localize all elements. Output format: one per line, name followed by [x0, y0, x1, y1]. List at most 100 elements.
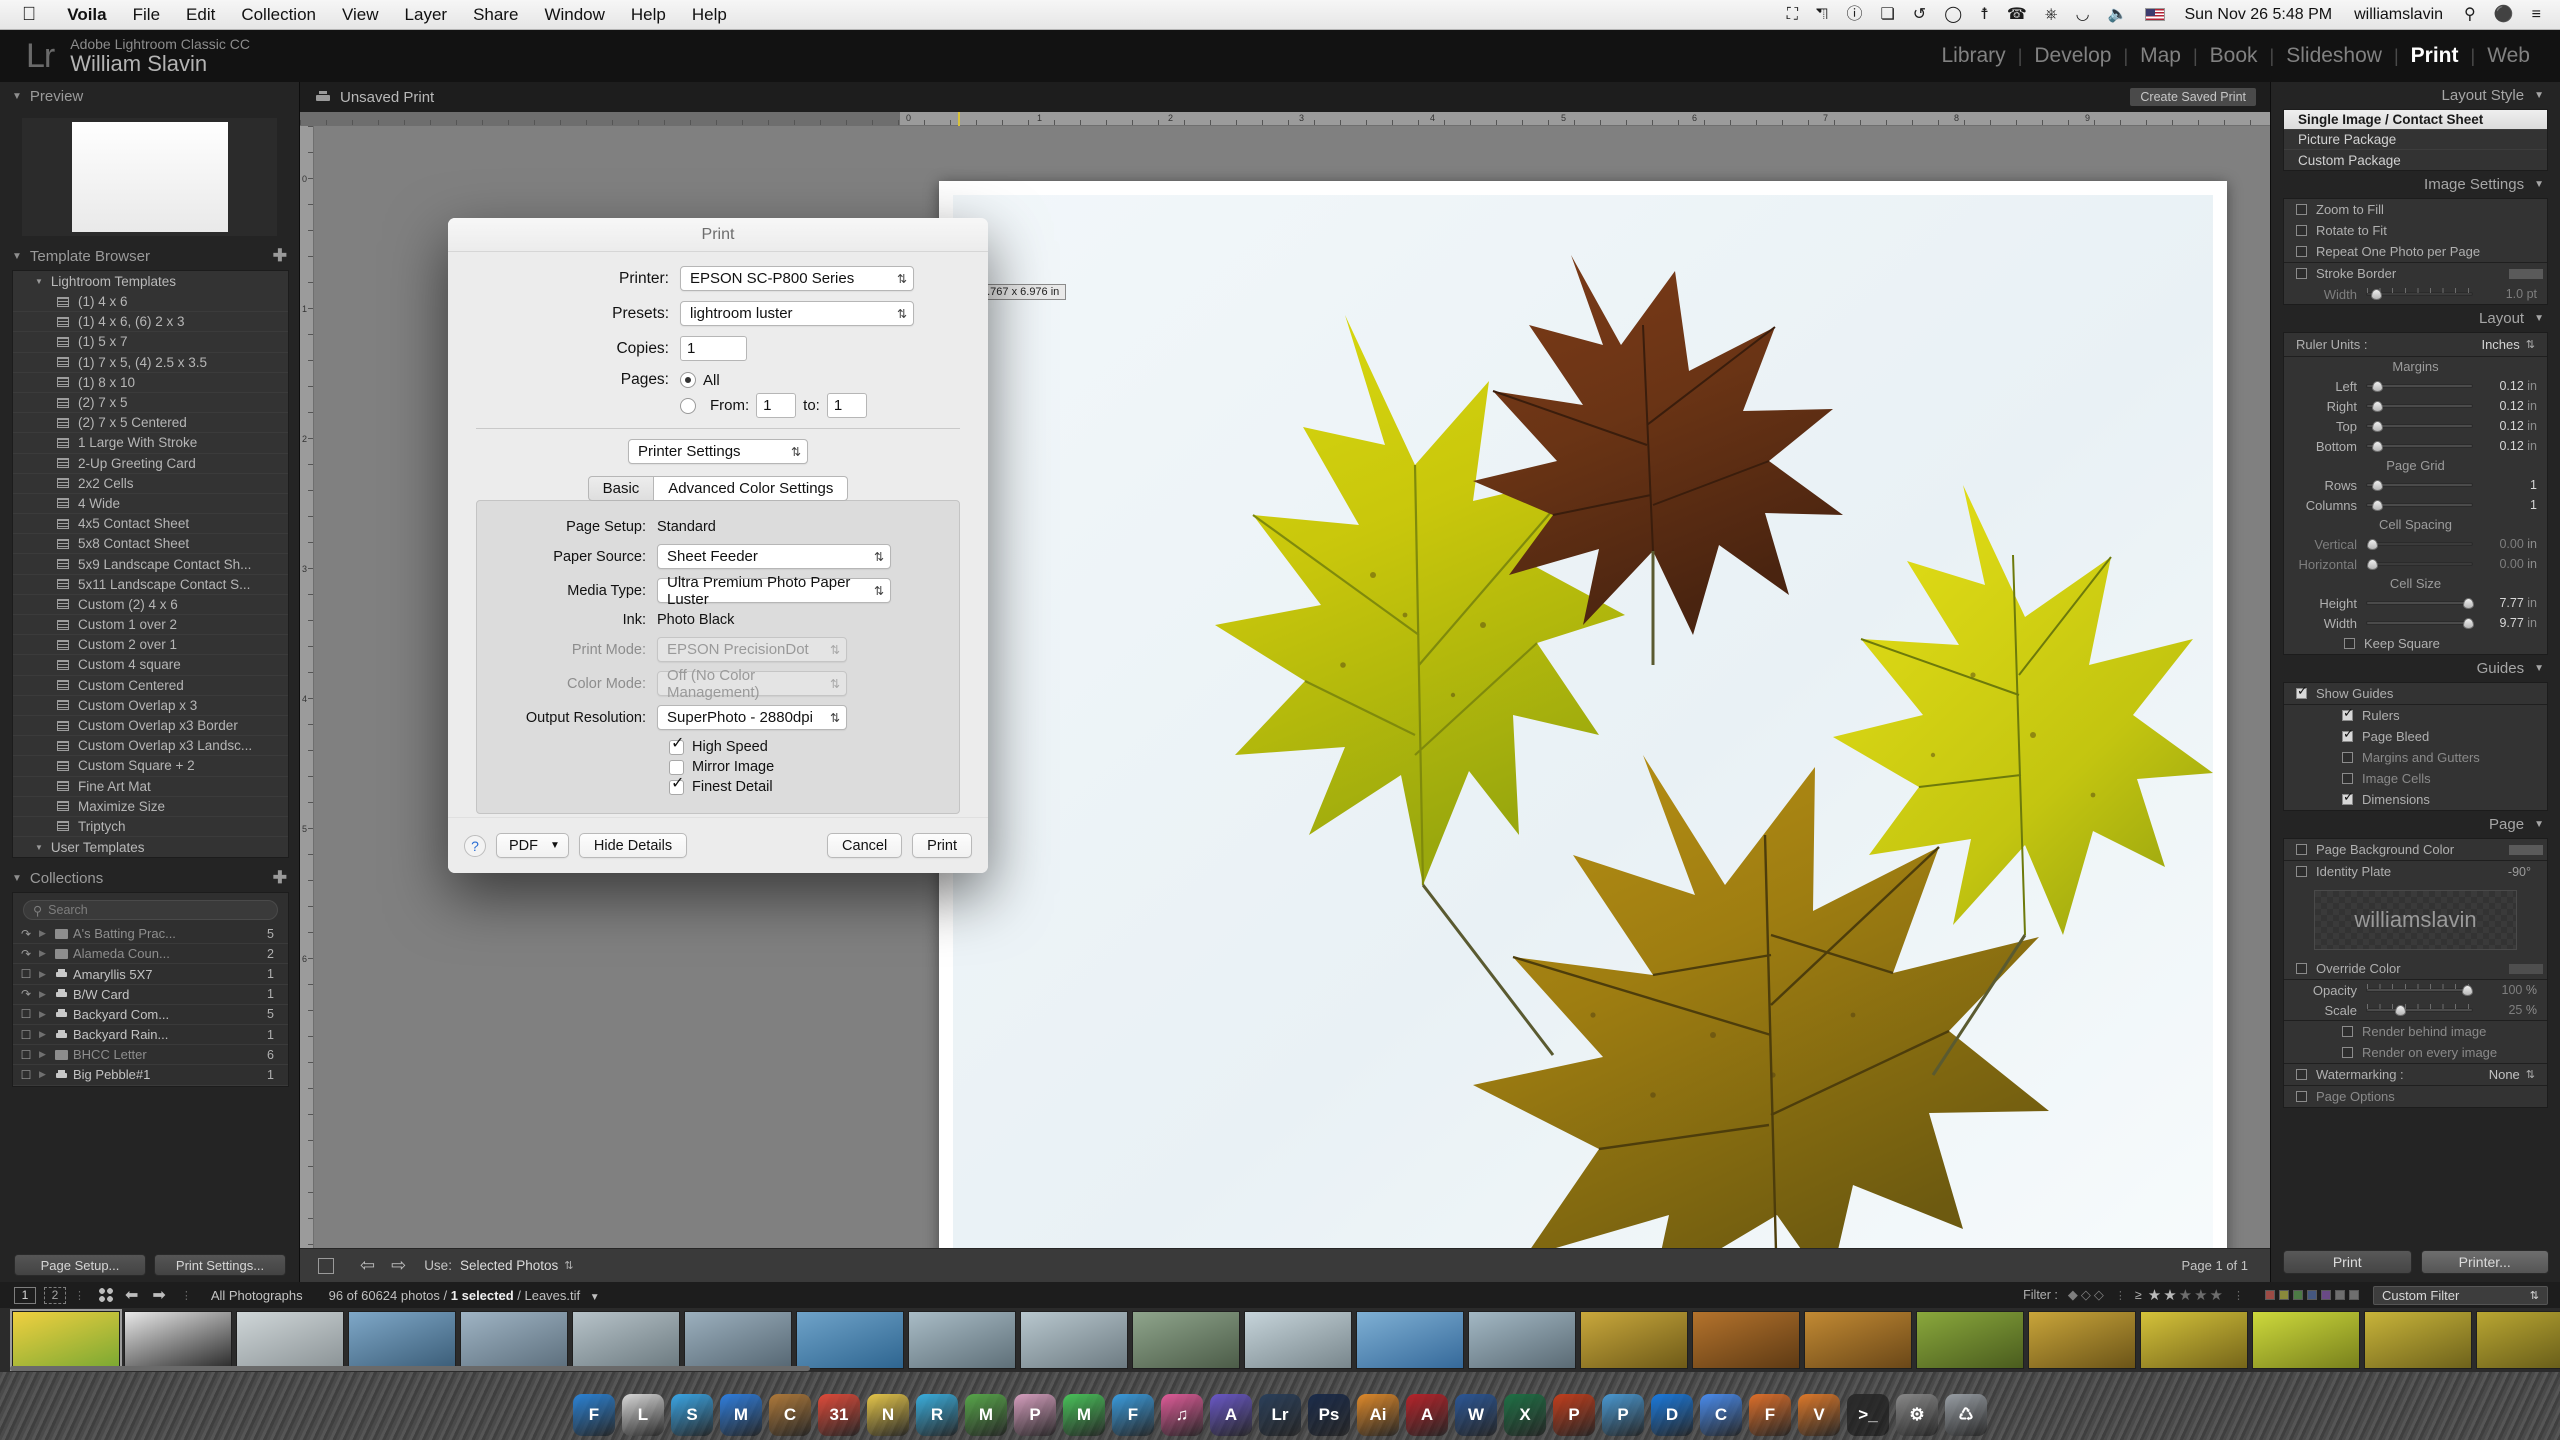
slider-track[interactable] — [2366, 618, 2474, 629]
page-panel-header[interactable]: Page ▼ — [2271, 811, 2560, 838]
dock-icon-terminal[interactable]: >_ — [1847, 1394, 1889, 1436]
message-icon[interactable]: ◯ — [1935, 6, 1971, 23]
star-filter[interactable]: ★★★★★ — [2142, 1286, 2225, 1304]
dock-icon-itunes[interactable]: ♫ — [1161, 1394, 1203, 1436]
collection-row[interactable]: ☐ ▶ Backyard Rain... 1 — [13, 1025, 288, 1046]
page-setup-button[interactable]: Page Setup... — [14, 1254, 146, 1276]
slider-track[interactable] — [2366, 539, 2473, 550]
checkbox-dimensions[interactable]: Dimensions — [2284, 789, 2547, 810]
dock-icon-powerpoint[interactable]: P — [1553, 1394, 1595, 1436]
collection-row[interactable]: ☐ ▶ Amaryllis 5X7 1 — [13, 964, 288, 985]
ruler-units-row[interactable]: Ruler Units : Inches ⇅ — [2284, 333, 2547, 357]
dock-icon-lightroom[interactable]: Lr — [1259, 1394, 1301, 1436]
filmstrip-thumbnail[interactable] — [460, 1311, 568, 1369]
checkbox-icon[interactable]: ☐ — [13, 967, 39, 981]
filmstrip-thumbnail[interactable] — [572, 1311, 680, 1369]
template-item[interactable]: Custom 2 over 1 — [13, 635, 288, 656]
checkbox-page-bleed[interactable]: Page Bleed — [2284, 726, 2547, 747]
slider-knob[interactable] — [2372, 480, 2384, 491]
checkbox-watermarking[interactable]: Watermarking : None ⇅ — [2284, 1064, 2547, 1085]
chevron-updown-icon[interactable]: ⇅ — [2526, 1068, 2547, 1081]
target-collection-icon[interactable]: ↷ — [13, 927, 39, 941]
radio-icon[interactable] — [680, 397, 696, 414]
collections-panel-header[interactable]: ▼ Collections ✚ — [0, 864, 299, 893]
pages-from-input[interactable]: 1 — [756, 393, 797, 418]
slider-knob[interactable] — [2372, 500, 2384, 511]
presets-select[interactable]: lightroom luster ⇅ — [680, 301, 914, 326]
apple-logo-icon[interactable]:  — [0, 5, 54, 24]
disclosure-triangle-icon[interactable]: ▶ — [39, 1049, 55, 1060]
slider-track[interactable] — [2366, 500, 2473, 511]
dock-icon-settings[interactable]: ⚙ — [1896, 1394, 1938, 1436]
filmstrip-thumbnail[interactable] — [908, 1311, 1016, 1369]
menu-item-window[interactable]: Window — [531, 5, 617, 25]
checkbox-keep-square[interactable]: Keep Square — [2284, 633, 2547, 654]
paper-source-select[interactable]: Sheet Feeder ⇅ — [657, 544, 891, 569]
airplay-icon[interactable]: ⎈ — [2036, 6, 2067, 23]
template-item[interactable]: (1) 7 x 5, (4) 2.5 x 3.5 — [13, 353, 288, 373]
menu-item-help[interactable]: Help — [618, 5, 679, 25]
slider-track[interactable] — [2366, 421, 2473, 432]
filmstrip-thumbnail[interactable] — [1916, 1311, 2024, 1369]
filmstrip-thumbnail[interactable] — [2252, 1311, 2360, 1369]
scale-slider[interactable] — [2366, 1004, 2473, 1016]
watermarking-value[interactable]: None — [2489, 1067, 2526, 1082]
slider-knob[interactable] — [2371, 289, 2383, 300]
template-item[interactable]: 2-Up Greeting Card — [13, 454, 288, 474]
printer-button[interactable]: Printer... — [2420, 1250, 2549, 1274]
filmstrip-thumbnail[interactable] — [1020, 1311, 1128, 1369]
slider-knob[interactable] — [2461, 985, 2473, 996]
back-arrow-icon[interactable]: ⬅ — [118, 1285, 145, 1305]
slider-track[interactable] — [2366, 598, 2474, 609]
dock-icon-safari[interactable]: S — [671, 1394, 713, 1436]
checkbox-render-behind-image[interactable]: Render behind image — [2284, 1021, 2547, 1042]
stroke-width-slider[interactable] — [2366, 288, 2473, 300]
checkbox-icon[interactable]: ☐ — [13, 1007, 39, 1021]
checkbox-high-speed[interactable]: High Speed — [669, 736, 959, 755]
dock-icon-firefox[interactable]: F — [1749, 1394, 1791, 1436]
template-item[interactable]: (2) 7 x 5 — [13, 393, 288, 414]
disclosure-triangle-icon[interactable]: ▶ — [39, 989, 55, 1000]
checkbox-mirror-image[interactable]: Mirror Image — [669, 759, 959, 775]
identity-plate-angle[interactable]: -90° — [2508, 865, 2547, 879]
template-browser-header[interactable]: ▼ Template Browser ✚ — [0, 242, 299, 270]
forward-arrow-icon[interactable]: ➡ — [145, 1285, 172, 1305]
template-item[interactable]: 4 Wide — [13, 494, 288, 515]
screen-1-button[interactable]: 1 — [14, 1286, 36, 1304]
copies-input[interactable]: 1 — [680, 336, 747, 361]
filmstrip-thumbnail[interactable] — [796, 1311, 904, 1369]
module-book[interactable]: Book — [2198, 44, 2270, 68]
dock-icon-maps[interactable]: M — [965, 1394, 1007, 1436]
module-library[interactable]: Library — [1929, 44, 2017, 68]
disclosure-triangle-icon[interactable]: ▶ — [39, 969, 55, 980]
checkbox-image-cells[interactable]: Image Cells — [2284, 768, 2547, 789]
collection-row[interactable]: ↷ ▶ A's Batting Prac... 5 — [13, 924, 288, 945]
dock-icon-dropbox[interactable]: D — [1651, 1394, 1693, 1436]
menu-item-collection[interactable]: Collection — [228, 5, 329, 25]
slider-value[interactable]: 1 — [2473, 498, 2537, 512]
checkbox-icon[interactable]: ☐ — [13, 1028, 39, 1042]
collection-row[interactable]: ☐ ▶ Big Pebble#1 1 — [13, 1065, 288, 1086]
filmstrip-thumbnail[interactable] — [1132, 1311, 1240, 1369]
menubar-clock[interactable]: Sun Nov 26 5:48 PM — [2174, 6, 2342, 24]
slider-track[interactable] — [2366, 381, 2473, 392]
cancel-button[interactable]: Cancel — [827, 833, 903, 858]
template-item[interactable]: Custom Overlap x 3 — [13, 696, 288, 716]
layout-style-single-image[interactable]: Single Image / Contact Sheet — [2284, 110, 2547, 130]
override-color-swatch[interactable] — [2509, 963, 2543, 974]
disclosure-triangle-icon[interactable]: ▶ — [39, 1009, 55, 1020]
color-chip-green[interactable] — [2293, 1290, 2303, 1300]
chevron-down-icon[interactable]: ▼ — [584, 1292, 600, 1303]
disclosure-triangle-icon[interactable]: ▶ — [39, 1069, 55, 1080]
filmstrip-source[interactable]: All Photographs — [201, 1288, 303, 1303]
cloud-off-icon[interactable]: ⛠ — [1807, 6, 1837, 23]
dock-icon-trash[interactable]: ♺ — [1945, 1394, 1987, 1436]
template-item[interactable]: Custom (2) 4 x 6 — [13, 595, 288, 615]
dock-icon-preview[interactable]: P — [1602, 1394, 1644, 1436]
filmstrip-thumbnail[interactable] — [1804, 1311, 1912, 1369]
target-collection-icon[interactable]: ↷ — [13, 947, 39, 961]
screen-2-button[interactable]: 2 — [44, 1286, 66, 1304]
pages-all-radio[interactable]: All — [680, 372, 720, 389]
module-map[interactable]: Map — [2128, 44, 2193, 68]
dialog-print-button[interactable]: Print — [912, 833, 972, 858]
